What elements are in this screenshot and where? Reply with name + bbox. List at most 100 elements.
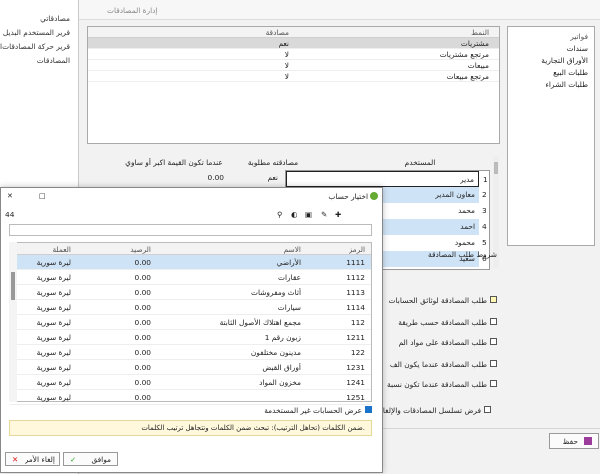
- condition-label: طلب المصادقة على مواد الم: [398, 338, 487, 347]
- table-row[interactable]: 122 مدينون مختلفون 0.00 ليرة سورية: [10, 345, 371, 360]
- cell: 1211: [346, 333, 365, 342]
- table-row[interactable]: 1112 عقارات 0.00 ليرة سورية: [10, 270, 371, 285]
- cell: الأراضي: [276, 258, 301, 267]
- row-number: 2: [482, 190, 487, 199]
- scrollbar[interactable]: [9, 242, 17, 402]
- menu-item[interactable]: مصادقاتي: [40, 14, 70, 23]
- table-row[interactable]: 1251 0.00 ليرة سورية: [10, 390, 371, 405]
- cell: 0.00: [134, 363, 151, 372]
- sequence-option[interactable]: فرض تسلسل المصادقات والإلغاء: [379, 404, 493, 416]
- cell: مدينون مختلفون: [250, 348, 301, 357]
- cell: 1251: [346, 393, 365, 402]
- cell: لا: [284, 61, 289, 70]
- grid-header: النمط مصادقة: [88, 27, 499, 38]
- row-number: 1: [483, 175, 488, 184]
- column-header: النمط: [471, 28, 489, 37]
- cell: مجمع اهتلاك الأصول الثابتة: [219, 318, 301, 327]
- column-header: العملة: [52, 245, 71, 254]
- menu-item[interactable]: قرير حركة المصادقات: [2, 42, 70, 51]
- toolbar: ⚲ ◐ ▣ ✎ ✚: [277, 208, 377, 222]
- hint-bar: ضمن الكلمات (تحاهل الترتيب): تبحث ضمن ال…: [9, 420, 372, 436]
- cell: لا: [284, 50, 289, 59]
- cell: ليرة سورية: [36, 318, 71, 327]
- grid-header: الرمز الاسم الرصيد العملة: [10, 243, 371, 255]
- grid-header: المستخدم مصادقته مطلوبة عندما تكون القيم…: [87, 152, 500, 170]
- column-header: الاسم: [283, 245, 301, 254]
- table-row[interactable]: 1211 زبون رقم 1 0.00 ليرة سورية: [10, 330, 371, 345]
- table-row[interactable]: مشتريات نعم: [88, 38, 499, 49]
- condition-item[interactable]: طلب المصادقة لوثائق الحسابات: [389, 294, 499, 306]
- sequence-label: فرض تسلسل المصادقات والإلغاء: [379, 406, 481, 415]
- table-row[interactable]: 1241 مخزون المواد 0.00 ليرة سورية: [10, 375, 371, 390]
- properties-icon[interactable]: ▣: [305, 210, 312, 219]
- cell: ليرة سورية: [36, 378, 71, 387]
- cell: عقارات: [278, 273, 301, 282]
- save-label: حفظ: [562, 437, 578, 446]
- table-row[interactable]: 1113 أثاث ومفروشات 0.00 ليرة سورية: [10, 285, 371, 300]
- save-icon: [584, 437, 592, 445]
- document-types-grid: النمط مصادقة مشتريات نعم مرتجع مشتريات ل…: [87, 26, 500, 144]
- table-row[interactable]: 1231 أوراق القبض 0.00 ليرة سورية: [10, 360, 371, 375]
- cancel-button[interactable]: ✕ إلغاء الأمر: [5, 452, 60, 466]
- maximize-icon[interactable]: □: [39, 192, 46, 200]
- table-row[interactable]: مدير 1: [286, 171, 488, 187]
- cell: مرتجع مشتريات: [439, 50, 489, 59]
- add-icon[interactable]: ✚: [335, 210, 341, 219]
- close-icon[interactable]: ✕: [7, 192, 13, 200]
- list-item[interactable]: سندات: [567, 44, 588, 53]
- categories-list[interactable]: فواتير سندات الأوراق التجارية طلبات البي…: [507, 26, 595, 246]
- cell: ليرة سورية: [36, 393, 71, 402]
- condition-item[interactable]: طلب المصادقة عندما يكون الف: [390, 358, 499, 370]
- menu-side-char: ا: [0, 42, 3, 51]
- dialog-title: اختيار حساب: [328, 192, 368, 201]
- edit-icon[interactable]: ✎: [321, 210, 327, 219]
- condition-item[interactable]: طلب المصادقة حسب طريقة: [398, 316, 499, 328]
- table-row[interactable]: مبيعات لا: [88, 60, 499, 71]
- row-number: 4: [482, 222, 487, 231]
- condition-item[interactable]: طلب المصادقة على مواد الم: [399, 336, 499, 348]
- show-unused-option[interactable]: عرض الحسابات غير المستخدمة: [9, 404, 372, 416]
- list-item[interactable]: طلبات الشراء: [545, 80, 588, 89]
- menu-item[interactable]: قرير المستخدم البديل: [3, 28, 70, 37]
- cell: 1113: [346, 288, 365, 297]
- cell: ليرة سورية: [36, 258, 71, 267]
- view-icon[interactable]: ◐: [291, 210, 297, 219]
- column-header: مصادقته مطلوبة: [247, 158, 299, 167]
- cell: 1231: [346, 363, 365, 372]
- cell: 0.00: [134, 318, 151, 327]
- cell: 0.00: [134, 303, 151, 312]
- cell: سيارات: [277, 303, 301, 312]
- ok-button[interactable]: ✓ موافق: [63, 452, 118, 466]
- cell: لا: [284, 72, 289, 81]
- cell: 1241: [346, 378, 365, 387]
- cell: ليرة سورية: [36, 333, 71, 342]
- list-item[interactable]: الأوراق التجارية: [541, 56, 588, 65]
- conditions-title: شروط طلب المصادقة: [428, 250, 497, 259]
- cell: 1114: [346, 303, 365, 312]
- cell: ليرة سورية: [36, 288, 71, 297]
- search-input[interactable]: [9, 224, 372, 236]
- value-cell[interactable]: 0.00: [120, 172, 228, 184]
- table-row[interactable]: 112 مجمع اهتلاك الأصول الثابتة 0.00 ليرة سو…: [10, 315, 371, 330]
- save-button[interactable]: حفظ: [549, 433, 599, 449]
- cell: 0.00: [134, 393, 151, 402]
- cell: 0.00: [134, 288, 151, 297]
- cell: 112: [350, 318, 365, 327]
- column-header: عندما تكون القيمة اكبر أو ساوي: [125, 158, 223, 167]
- table-row[interactable]: مرتجع مشتريات لا: [88, 49, 499, 60]
- condition-item[interactable]: طلب المصادقة عندما تكون نسبة: [387, 378, 499, 390]
- cell: 0.00: [134, 348, 151, 357]
- column-header: الرمز: [348, 245, 365, 254]
- cell: محمد: [458, 206, 475, 215]
- table-row[interactable]: 1114 سيارات 0.00 ليرة سورية: [10, 300, 371, 315]
- required-cell[interactable]: نعم: [240, 172, 280, 184]
- table-row[interactable]: مرتجع مبيعات لا: [88, 71, 499, 82]
- cell: 0.00: [134, 258, 151, 267]
- ok-label: موافق: [91, 455, 111, 464]
- cell: 0.00: [134, 378, 151, 387]
- table-row[interactable]: 1111 الأراضي 0.00 ليرة سورية: [10, 255, 371, 270]
- column-header: الرصيد: [130, 245, 151, 254]
- list-item[interactable]: طلبات البيع: [553, 68, 588, 77]
- filter-icon[interactable]: ⚲: [277, 210, 282, 219]
- menu-item[interactable]: المصادقات: [37, 56, 70, 65]
